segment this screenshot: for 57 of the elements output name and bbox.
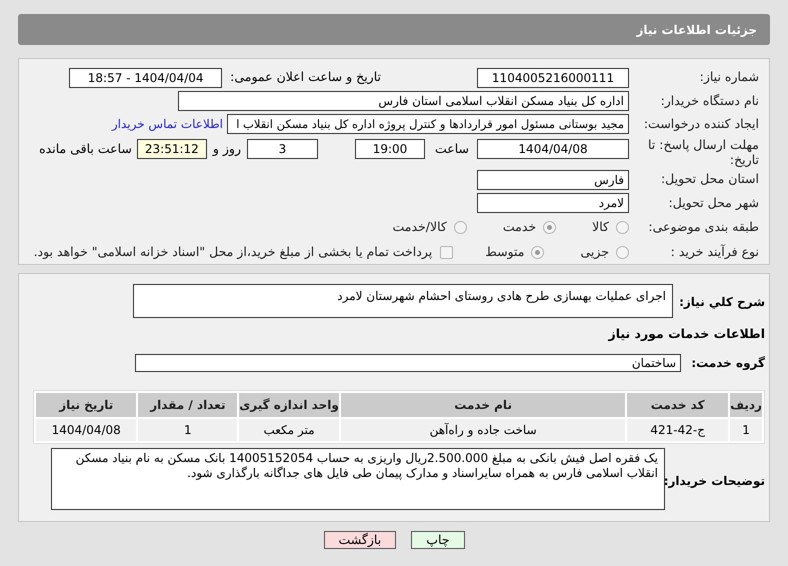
column-header: واحد اندازه گیری [239,392,339,417]
option-label: جزیی [580,243,609,262]
time-label: ساعت [434,140,469,158]
text-field[interactable]: 1404/04/08 [477,138,629,159]
option-label: کالا/خدمت [392,218,447,236]
checkbox[interactable] [440,246,454,259]
option-label: کالا [592,218,609,236]
text-field[interactable]: فارس [477,170,629,190]
back-button[interactable]: بازگشت [324,531,396,549]
text-field[interactable]: 19:00 [354,138,425,159]
table-cell: ج-42-421 [627,418,728,441]
column-header: ردیف [730,392,762,417]
column-header: تاریخ نیاز [36,392,136,417]
table-cell: 1404/04/08 [36,418,136,441]
text-field[interactable]: 1404/04/04 - 18:57 [69,68,222,88]
text-field[interactable]: ساختمان [135,354,681,372]
field-label: گروه خدمت: [690,354,765,372]
radio-button[interactable] [454,220,467,234]
option-label: متوسط [485,243,524,262]
section-heading: اطلاعات خدمات مورد نیاز [608,325,765,343]
field-label: استان محل تحویل: [660,170,759,188]
field-label: توضیحات خریدار: [665,472,765,490]
field-label: شرح کلي نیاز: [678,294,765,311]
column-header: نام خدمت [340,392,626,417]
text-field[interactable]: 3 [246,138,318,159]
text-field[interactable]: 1104005216000111 [477,68,629,88]
field-label: تاریخ و ساعت اعلان عمومی: [230,68,381,86]
days-label: روز و [212,140,241,158]
notes-field[interactable]: یک فقره اصل فیش بانکی به مبلغ 2.500.000ریال واریزی به حساب 14005152054 بانک مسکن به نام بنیاد مسکن انقلاب اسلامی فارس به همراه سایراسناد و مدارک پیمان طی فایل های جداگانه بارگذاری شود. [51,448,665,510]
radio-button[interactable] [616,220,629,234]
field-label: شماره نیاز: [698,68,759,86]
text-field[interactable]: 23:51:12 [136,138,207,159]
table-cell: 1 [138,418,238,441]
page-title: جزئیات اطلاعات نیاز [636,22,757,38]
payment-note: پرداخت تمام یا بخشی از مبلغ خرید،از محل "اسناد خزانه اسلامی" خواهد بود. [34,243,432,262]
print-button[interactable]: چاپ [411,531,465,549]
radio-button[interactable] [531,246,544,259]
radio-button[interactable] [616,246,629,259]
table-cell: متر مکعب [239,418,339,441]
contact-link[interactable]: اطلاعات تماس خریدار [112,115,223,134]
description-field[interactable]: اجرای عملیات بهسازی طرح هادی روستای احشام شهرستان لامرد [133,284,673,318]
table-cell: ساخت جاده و راه‌آهن [340,418,626,441]
radio-button[interactable] [543,220,556,234]
text-field[interactable]: اداره کل بنیاد مسکن انقلاب اسلامی استان فارس [178,90,629,111]
field-label: نوع فرآیند خرید : [670,243,759,262]
field-label: ایجاد کننده درخواست: [642,114,759,133]
field-label: شهر محل تحویل: [668,194,759,212]
remaining-label: ساعت باقی مانده [39,140,132,158]
text-field[interactable]: لامرد [477,192,629,213]
field-label: طبقه بندی موضوعی: [647,218,759,236]
table-cell: 1 [730,418,762,441]
field-label: مهلت ارسال پاسخ: تا تاریخ: [647,136,759,167]
field-label: نام دستگاه خریدار: [660,92,759,110]
column-header: تعداد / مقدار [138,392,238,417]
option-label: خدمت [502,218,536,236]
text-field[interactable]: مجید بوستانی مسئول امور قراردادها و کنترل پروژه اداره کل بنیاد مسکن انقلاب ا [227,114,629,134]
column-header: کد خدمت [627,392,728,417]
